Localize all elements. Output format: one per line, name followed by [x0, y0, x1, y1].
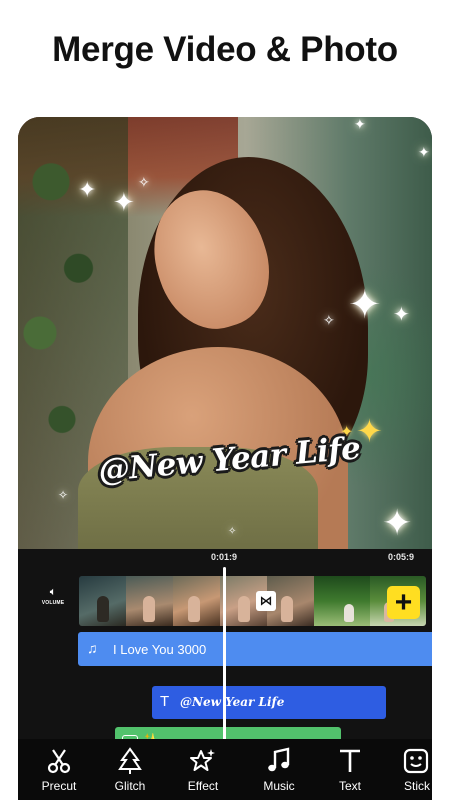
scissors-icon [24, 739, 94, 779]
tool-music[interactable]: Music [244, 739, 314, 800]
music-note-icon: ♫ [87, 640, 98, 656]
bottom-toolbar: Precut Glitch Effect Music Text Stick [18, 739, 432, 800]
sparkle-icon: ✧ [323, 312, 335, 328]
sparkle-icon: ✦ [354, 117, 366, 132]
music-note-icon [244, 739, 314, 779]
playhead[interactable] [223, 567, 226, 757]
add-clip-button[interactable]: + [387, 586, 420, 619]
video-preview[interactable]: ✦ ✦ ✧ ✦ ✦ ✦ ✦ ✧ ✦ ✦ ✦ ✧ ✧ @New Year Life [18, 117, 432, 549]
volume-label: VOLUME [41, 600, 65, 606]
sparkle-icon: ✦ [348, 283, 382, 327]
clip-thumbnail [314, 576, 371, 626]
tool-label: Precut [41, 779, 77, 793]
sparkle-icon: ✦ [113, 187, 135, 217]
clip-thumbnail [79, 576, 127, 626]
clip-thumbnail [173, 576, 221, 626]
effect-stars-icon [168, 739, 238, 779]
transition-button[interactable]: ⋈ [256, 591, 276, 611]
video-clip-strip[interactable] [79, 576, 426, 626]
tool-label: Music [263, 779, 295, 793]
sparkle-icon: ✧ [58, 488, 69, 502]
tool-precut[interactable]: Precut [24, 739, 94, 800]
speaker-icon: 🔈︎ [49, 586, 57, 598]
text-t-icon: T [160, 693, 170, 710]
headline: Merge Video & Photo [52, 30, 398, 69]
sparkle-icon: ✧ [228, 526, 237, 537]
music-track-label: I Love You 3000 [113, 642, 207, 657]
tool-text[interactable]: Text [315, 739, 385, 800]
volume-button[interactable]: 🔈︎ VOLUME [38, 586, 68, 606]
tool-glitch[interactable]: Glitch [95, 739, 165, 800]
tool-label: Effect [187, 779, 219, 793]
sparkle-icon: ✦ [78, 177, 97, 202]
text-t-icon [315, 739, 385, 779]
sparkle-icon: ✦ [382, 502, 413, 543]
tool-sticker[interactable]: Stick [388, 739, 432, 800]
music-track[interactable]: ♫ I Love You 3000 [78, 632, 432, 666]
tool-label: Glitch [114, 779, 146, 793]
tool-label: Text [338, 779, 361, 793]
sticker-icon [388, 739, 432, 779]
sparkle-icon: ✦ [418, 144, 430, 160]
clip-thumbnail [126, 576, 174, 626]
tool-label: Stick [404, 779, 431, 793]
phone-screen: ✦ ✦ ✧ ✦ ✦ ✦ ✦ ✧ ✦ ✦ ✦ ✧ ✧ @New Year Life… [18, 117, 432, 800]
text-track-label: @New Year Life [180, 695, 285, 709]
text-track[interactable]: T @New Year Life [152, 686, 386, 719]
timecode-current: 0:01:9 [211, 552, 238, 562]
sparkle-icon: ✦ [393, 304, 410, 326]
timecode-end: 0:05:9 [388, 552, 415, 562]
glitch-tree-icon [95, 739, 165, 779]
sparkle-icon: ✧ [138, 174, 150, 190]
tool-effect[interactable]: Effect [168, 739, 238, 800]
